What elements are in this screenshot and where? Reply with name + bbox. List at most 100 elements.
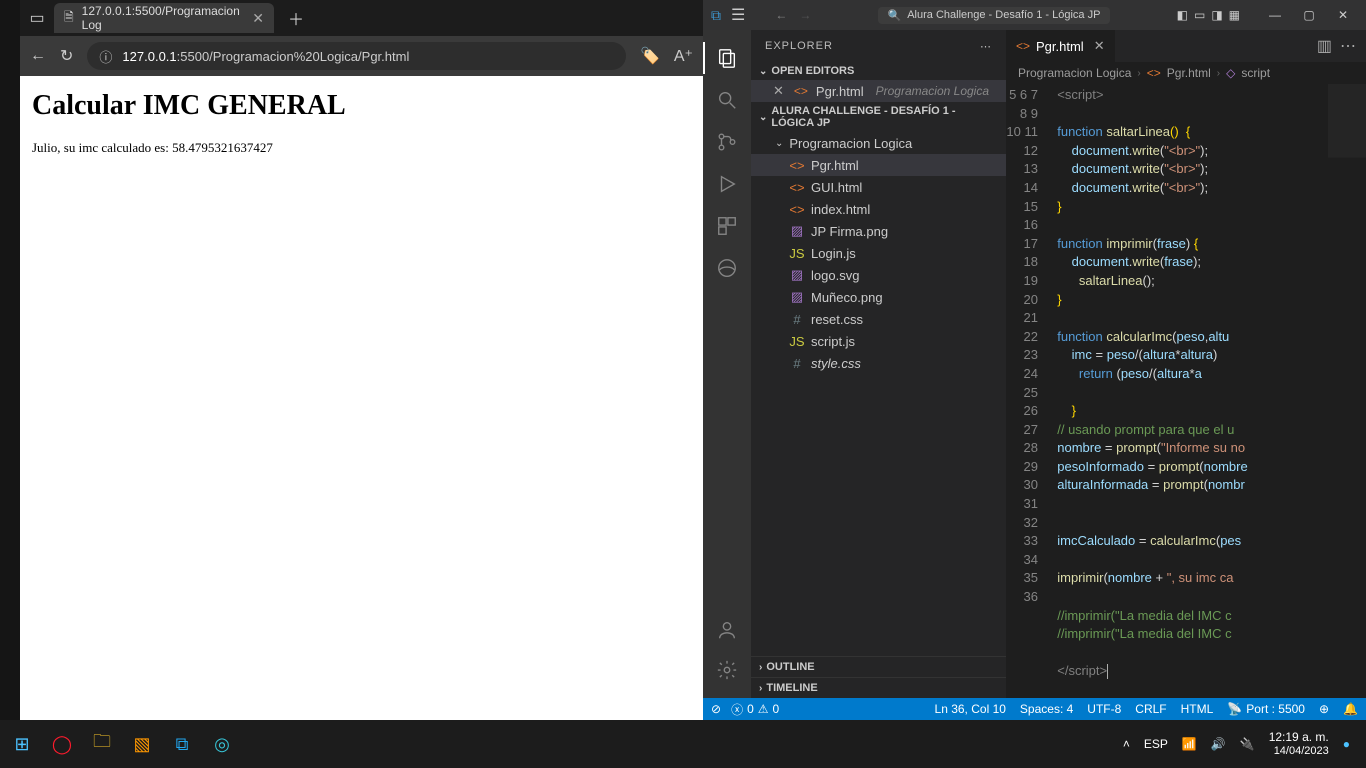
file-item[interactable]: <> Pgr.html bbox=[751, 154, 1006, 176]
chevron-right-icon: › bbox=[759, 683, 762, 694]
maximize-button[interactable]: ▢ bbox=[1294, 0, 1324, 30]
layout-panel-icon[interactable]: ▭ bbox=[1194, 8, 1205, 22]
wifi-icon[interactable]: 📶 bbox=[1182, 737, 1197, 751]
editor-tab-label: Pgr.html bbox=[1036, 39, 1084, 54]
notifications-icon[interactable]: 🔔 bbox=[1343, 702, 1358, 716]
editor-tab[interactable]: <> Pgr.html ✕ bbox=[1006, 30, 1116, 62]
minimap[interactable] bbox=[1328, 84, 1366, 698]
browser-tab[interactable]: 🗎 127.0.0.1:5500/Programacion Log ✕ bbox=[54, 3, 274, 33]
close-icon[interactable]: ✕ bbox=[1094, 38, 1105, 54]
file-item[interactable]: ▨logo.svg bbox=[751, 264, 1006, 286]
new-tab-button[interactable]: ＋ bbox=[280, 6, 312, 30]
file-item[interactable]: <>GUI.html bbox=[751, 176, 1006, 198]
volume-icon[interactable]: 🔊 bbox=[1211, 737, 1226, 751]
outline-section[interactable]: › OUTLINE bbox=[751, 656, 1006, 677]
layout-sidebar-left-icon[interactable]: ◧ bbox=[1177, 8, 1188, 22]
timeline-section[interactable]: › TIMELINE bbox=[751, 677, 1006, 698]
open-editors-label: OPEN EDITORS bbox=[771, 65, 854, 77]
clock-time: 12:19 a. m. bbox=[1269, 731, 1329, 744]
breadcrumb[interactable]: Programacion Logica › <> Pgr.html › ◇ sc… bbox=[1006, 62, 1366, 84]
sublime-taskbar-icon[interactable]: ▧ bbox=[128, 730, 156, 758]
vscode-taskbar-icon[interactable]: ⧉ bbox=[168, 730, 196, 758]
file-explorer-taskbar-icon[interactable]: 🗀 bbox=[88, 730, 116, 758]
symbol-icon: ◇ bbox=[1226, 66, 1235, 80]
shopping-icon[interactable]: 🏷️ bbox=[640, 46, 660, 66]
encoding-status[interactable]: UTF-8 bbox=[1087, 702, 1121, 716]
code-editor[interactable]: 5 6 7 8 9 10 11 12 13 14 15 16 17 18 19 … bbox=[1006, 84, 1366, 698]
editor-tabstrip: <> Pgr.html ✕ ▥ ⋯ bbox=[1006, 30, 1366, 62]
start-button[interactable]: ⊞ bbox=[8, 730, 36, 758]
open-editor-filename: Pgr.html bbox=[816, 84, 864, 99]
command-center[interactable]: 🔍 Alura Challenge - Desafío 1 - Lógica J… bbox=[878, 7, 1111, 24]
eol-status[interactable]: CRLF bbox=[1135, 702, 1166, 716]
file-icon: <> bbox=[789, 180, 805, 195]
file-icon: <> bbox=[789, 158, 805, 173]
feedback-icon[interactable]: ⊕ bbox=[1319, 702, 1329, 716]
file-name: Pgr.html bbox=[811, 158, 859, 173]
run-debug-activity-icon[interactable] bbox=[703, 164, 751, 204]
file-name: reset.css bbox=[811, 312, 863, 327]
file-name: index.html bbox=[811, 202, 870, 217]
file-icon: ▨ bbox=[789, 289, 805, 305]
explorer-activity-icon[interactable] bbox=[703, 38, 751, 78]
minimize-button[interactable]: — bbox=[1260, 0, 1290, 30]
refresh-button[interactable]: ↻ bbox=[60, 46, 73, 66]
folder-item[interactable]: ⌄ Programacion Logica bbox=[751, 132, 1006, 154]
editor-group: <> Pgr.html ✕ ▥ ⋯ Programacion Logica › … bbox=[1006, 30, 1366, 698]
read-aloud-icon[interactable]: A⁺ bbox=[674, 46, 693, 66]
layout-sidebar-right-icon[interactable]: ◨ bbox=[1211, 8, 1222, 22]
file-item[interactable]: ▨JP Firma.png bbox=[751, 220, 1006, 242]
indentation-status[interactable]: Spaces: 4 bbox=[1020, 702, 1073, 716]
close-button[interactable]: ✕ bbox=[1328, 0, 1358, 30]
edge-tabstrip: ▭ 🗎 127.0.0.1:5500/Programacion Log ✕ ＋ bbox=[20, 0, 703, 36]
split-editor-icon[interactable]: ▥ bbox=[1317, 36, 1332, 56]
file-item[interactable]: JSLogin.js bbox=[751, 242, 1006, 264]
timeline-label: TIMELINE bbox=[766, 682, 817, 694]
clock[interactable]: 12:19 a. m. 14/04/2023 bbox=[1269, 731, 1329, 756]
breadcrumb-folder[interactable]: Programacion Logica bbox=[1018, 66, 1131, 80]
extensions-activity-icon[interactable] bbox=[703, 206, 751, 246]
source-control-activity-icon[interactable] bbox=[703, 122, 751, 162]
file-item[interactable]: #style.css bbox=[751, 352, 1006, 374]
site-info-icon[interactable]: ⓘ bbox=[99, 47, 112, 66]
back-button[interactable]: ← bbox=[30, 47, 46, 65]
edge-tools-activity-icon[interactable] bbox=[703, 248, 751, 288]
accounts-icon[interactable] bbox=[703, 610, 751, 650]
notification-center-icon[interactable]: ● bbox=[1343, 737, 1350, 751]
nav-forward-button[interactable]: → bbox=[799, 8, 811, 22]
menu-button[interactable]: ☰ bbox=[731, 5, 745, 25]
search-activity-icon[interactable] bbox=[703, 80, 751, 120]
customize-layout-icon[interactable]: ▦ bbox=[1229, 8, 1240, 22]
language-mode[interactable]: HTML bbox=[1181, 702, 1214, 716]
remote-indicator[interactable]: ⊘ bbox=[711, 702, 721, 716]
activity-bar bbox=[703, 30, 751, 698]
file-item[interactable]: JSscript.js bbox=[751, 330, 1006, 352]
language-indicator[interactable]: ESP bbox=[1144, 737, 1168, 751]
html-file-icon: <> bbox=[1147, 66, 1161, 80]
close-icon[interactable]: ✕ bbox=[252, 10, 264, 27]
breadcrumb-symbol[interactable]: script bbox=[1241, 66, 1270, 80]
problems-status[interactable]: ⓧ 0 ⚠ 0 bbox=[731, 701, 779, 718]
edge-toolbar: ← ↻ ⓘ 127.0.0.1:5500/Programacion%20Logi… bbox=[20, 36, 703, 76]
nav-back-button[interactable]: ← bbox=[775, 8, 787, 22]
open-editor-item[interactable]: ✕ <> Pgr.html Programacion Logica bbox=[751, 80, 1006, 102]
workspace-section[interactable]: ⌄ ALURA CHALLENGE - DESAFÍO 1 - LÓGICA J… bbox=[751, 102, 1006, 132]
battery-icon[interactable]: 🔌 bbox=[1240, 737, 1255, 751]
edge-taskbar-icon[interactable]: ◎ bbox=[208, 730, 236, 758]
settings-gear-icon[interactable] bbox=[703, 650, 751, 690]
opera-taskbar-icon[interactable]: ◯ bbox=[48, 730, 76, 758]
file-item[interactable]: <>index.html bbox=[751, 198, 1006, 220]
explorer-more-icon[interactable]: ⋯ bbox=[980, 40, 992, 53]
file-item[interactable]: #reset.css bbox=[751, 308, 1006, 330]
breadcrumb-file[interactable]: Pgr.html bbox=[1167, 66, 1211, 80]
more-actions-icon[interactable]: ⋯ bbox=[1340, 36, 1356, 56]
file-item[interactable]: ▨Muñeco.png bbox=[751, 286, 1006, 308]
live-server-status[interactable]: 📡 Port : 5500 bbox=[1227, 702, 1305, 716]
address-bar[interactable]: ⓘ 127.0.0.1:5500/Programacion%20Logica/P… bbox=[87, 42, 626, 70]
cursor-position[interactable]: Ln 36, Col 10 bbox=[935, 702, 1006, 716]
tab-actions-button[interactable]: ▭ bbox=[26, 7, 48, 29]
tray-chevron-icon[interactable]: ˄ bbox=[1123, 737, 1130, 751]
windows-taskbar: ⊞ ◯ 🗀 ▧ ⧉ ◎ ˄ ESP 📶 🔊 🔌 12:19 a. m. 14/0… bbox=[0, 720, 1366, 768]
open-editors-section[interactable]: ⌄ OPEN EDITORS bbox=[751, 62, 1006, 80]
close-icon[interactable]: ✕ bbox=[773, 83, 784, 99]
